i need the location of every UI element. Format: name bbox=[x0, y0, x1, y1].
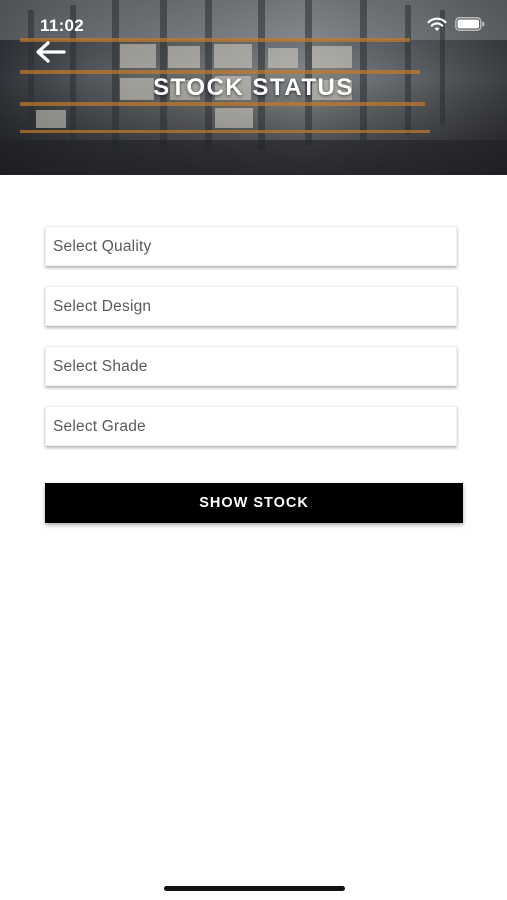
back-button[interactable] bbox=[34, 40, 68, 64]
grade-select-placeholder: Select Grade bbox=[53, 418, 146, 435]
status-time: 11:02 bbox=[40, 16, 85, 35]
shade-select-placeholder: Select Shade bbox=[53, 358, 148, 375]
show-stock-button[interactable]: SHOW STOCK bbox=[45, 483, 463, 523]
status-bar: 11:02 bbox=[0, 0, 507, 50]
design-select-placeholder: Select Design bbox=[53, 298, 152, 315]
shade-select[interactable]: Select Shade bbox=[45, 346, 457, 386]
wifi-icon bbox=[427, 17, 447, 31]
grade-select[interactable]: Select Grade bbox=[45, 406, 457, 446]
header-banner: 11:02 STOCK STATUS bbox=[0, 0, 507, 175]
battery-icon bbox=[455, 17, 485, 31]
home-indicator[interactable] bbox=[164, 886, 345, 891]
quality-select-placeholder: Select Quality bbox=[53, 238, 152, 255]
arrow-left-icon bbox=[36, 41, 66, 63]
design-select[interactable]: Select Design bbox=[45, 286, 457, 326]
page-title: STOCK STATUS bbox=[153, 74, 354, 101]
quality-select[interactable]: Select Quality bbox=[45, 226, 457, 266]
